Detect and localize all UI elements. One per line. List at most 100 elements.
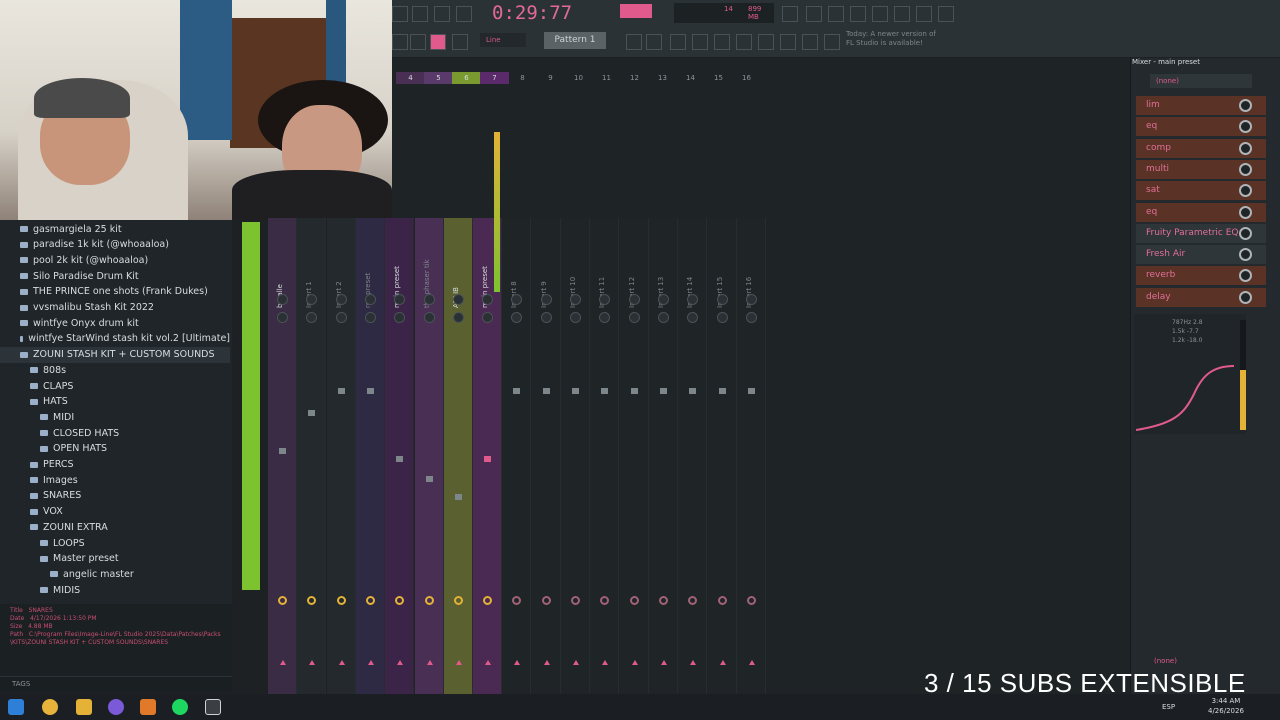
strip-number[interactable]: 6	[452, 72, 481, 84]
toolbar-button[interactable]	[392, 34, 408, 50]
browser-item[interactable]: pool 2k kit (@whoaaloa)	[0, 252, 230, 268]
fx-slot[interactable]: comp	[1136, 138, 1266, 158]
strip-number[interactable]: 12	[620, 72, 649, 84]
toolbar-button[interactable]	[782, 6, 798, 22]
volume-fader[interactable]	[689, 388, 697, 394]
route-arrow-icon[interactable]	[748, 660, 755, 665]
fx-mix-knob[interactable]	[1239, 269, 1252, 283]
toolbar-button[interactable]	[646, 34, 662, 50]
browser-item[interactable]: paradise 1k kit (@whoaaloa)	[0, 237, 230, 253]
mixer-preset-selector[interactable]: (none)	[1150, 74, 1252, 88]
fx-slot[interactable]: Fresh Air	[1136, 245, 1266, 265]
strip-knob[interactable]	[687, 312, 699, 323]
toolbar-button[interactable]	[780, 34, 796, 50]
toolbar-button[interactable]	[430, 34, 446, 50]
browser-item[interactable]: Silo Paradise Drum Kit	[0, 268, 230, 284]
strip-number[interactable]: 4	[396, 72, 425, 84]
tempo-display[interactable]	[620, 4, 652, 18]
browser-item[interactable]: VOX	[0, 504, 230, 520]
mixer-strip[interactable]: Insert 2	[326, 218, 356, 694]
strip-number[interactable]: 11	[592, 72, 621, 84]
toolbar-button[interactable]	[670, 34, 686, 50]
toolbar-button[interactable]	[410, 34, 426, 50]
mixer-bottom-preset[interactable]: (none)	[1134, 654, 1244, 668]
strip-number[interactable]: 16	[732, 72, 761, 84]
route-arrow-icon[interactable]	[485, 660, 492, 665]
fx-mix-knob[interactable]	[1239, 184, 1252, 198]
send-knob[interactable]	[307, 596, 317, 605]
browser-item[interactable]: LOOPS	[0, 535, 230, 551]
mixer-strip[interactable]: Insert 14	[678, 218, 708, 694]
strip-number[interactable]: 7	[480, 72, 509, 84]
fx-slot[interactable]: delay	[1136, 287, 1266, 307]
send-knob[interactable]	[629, 596, 639, 605]
route-arrow-icon[interactable]	[514, 660, 521, 665]
fx-mix-knob[interactable]	[1239, 141, 1252, 155]
browser-item[interactable]: angelic master	[0, 566, 230, 582]
toolbar-button[interactable]	[714, 34, 730, 50]
route-arrow-icon[interactable]	[631, 660, 638, 665]
send-knob[interactable]	[717, 596, 727, 605]
fx-slot[interactable]: sat	[1136, 181, 1266, 201]
volume-fader[interactable]	[279, 448, 286, 454]
strip-number[interactable]: 10	[564, 72, 593, 84]
route-arrow-icon[interactable]	[690, 660, 697, 665]
volume-fader[interactable]	[747, 388, 755, 394]
send-knob[interactable]	[571, 596, 580, 605]
fx-slot[interactable]: multi	[1136, 159, 1266, 179]
strip-knob[interactable]	[628, 294, 640, 305]
strip-knob[interactable]	[716, 312, 728, 323]
volume-fader[interactable]	[542, 388, 550, 394]
volume-fader[interactable]	[366, 388, 374, 394]
toolbar-button[interactable]	[412, 6, 428, 22]
browser-item[interactable]: ZOUNI EXTRA	[0, 519, 230, 535]
send-knob[interactable]	[278, 596, 287, 605]
route-arrow-icon[interactable]	[367, 660, 374, 665]
mixer-strip[interactable]: Insert 9	[531, 218, 561, 694]
strip-knob[interactable]	[540, 294, 552, 305]
send-knob[interactable]	[600, 596, 610, 605]
toolbar-button[interactable]	[894, 6, 910, 22]
strip-knob[interactable]	[657, 294, 669, 305]
toolbar-button[interactable]	[802, 34, 818, 50]
volume-fader[interactable]	[396, 456, 404, 462]
route-arrow-icon[interactable]	[660, 660, 667, 665]
toolbar-button[interactable]	[692, 34, 708, 50]
toolbar-button[interactable]	[824, 34, 840, 50]
spotify-icon[interactable]	[172, 699, 188, 715]
route-arrow-icon[interactable]	[309, 660, 316, 665]
strip-knob[interactable]	[540, 312, 552, 323]
fx-mix-knob[interactable]	[1239, 248, 1252, 262]
fx-mix-knob[interactable]	[1239, 120, 1252, 134]
strip-knob[interactable]	[277, 294, 288, 305]
news-ticker[interactable]: Today: A newer version of FL Studio is a…	[846, 30, 936, 48]
route-arrow-icon[interactable]	[397, 660, 404, 665]
browser-item[interactable]: Images	[0, 472, 230, 488]
mixer-strip[interactable]: the phaser tik	[414, 218, 444, 694]
route-arrow-icon[interactable]	[573, 660, 579, 665]
file-explorer-icon[interactable]	[76, 699, 92, 715]
send-knob[interactable]	[658, 596, 668, 605]
send-knob[interactable]	[541, 596, 551, 605]
mixer-strip[interactable]: Insert 16	[736, 218, 766, 694]
mixer-strip[interactable]: ADLIB	[443, 218, 473, 694]
browser-item[interactable]: HATS	[0, 394, 230, 410]
browser-item[interactable]: MIDIS	[0, 582, 230, 598]
strip-knob[interactable]	[716, 294, 728, 305]
browser-item[interactable]: CLOSED HATS	[0, 425, 230, 441]
strip-knob[interactable]	[511, 312, 523, 323]
browser-icon[interactable]	[108, 699, 124, 715]
volume-fader[interactable]	[337, 388, 345, 394]
strip-knob[interactable]	[335, 312, 347, 323]
strip-knob[interactable]	[423, 294, 435, 305]
toolbar-button[interactable]	[736, 34, 752, 50]
strip-number[interactable]: 15	[704, 72, 733, 84]
toolbar-button[interactable]	[872, 6, 888, 22]
language-indicator[interactable]: ESP	[1162, 703, 1175, 711]
strip-knob[interactable]	[482, 312, 494, 323]
browser-item[interactable]: vvsmalibu Stash Kit 2022	[0, 300, 230, 316]
toolbar-button[interactable]	[392, 6, 408, 22]
fx-mix-knob[interactable]	[1239, 290, 1252, 304]
mixer-strip[interactable]: bryalle	[268, 218, 297, 694]
toolbar-button[interactable]	[938, 6, 954, 22]
